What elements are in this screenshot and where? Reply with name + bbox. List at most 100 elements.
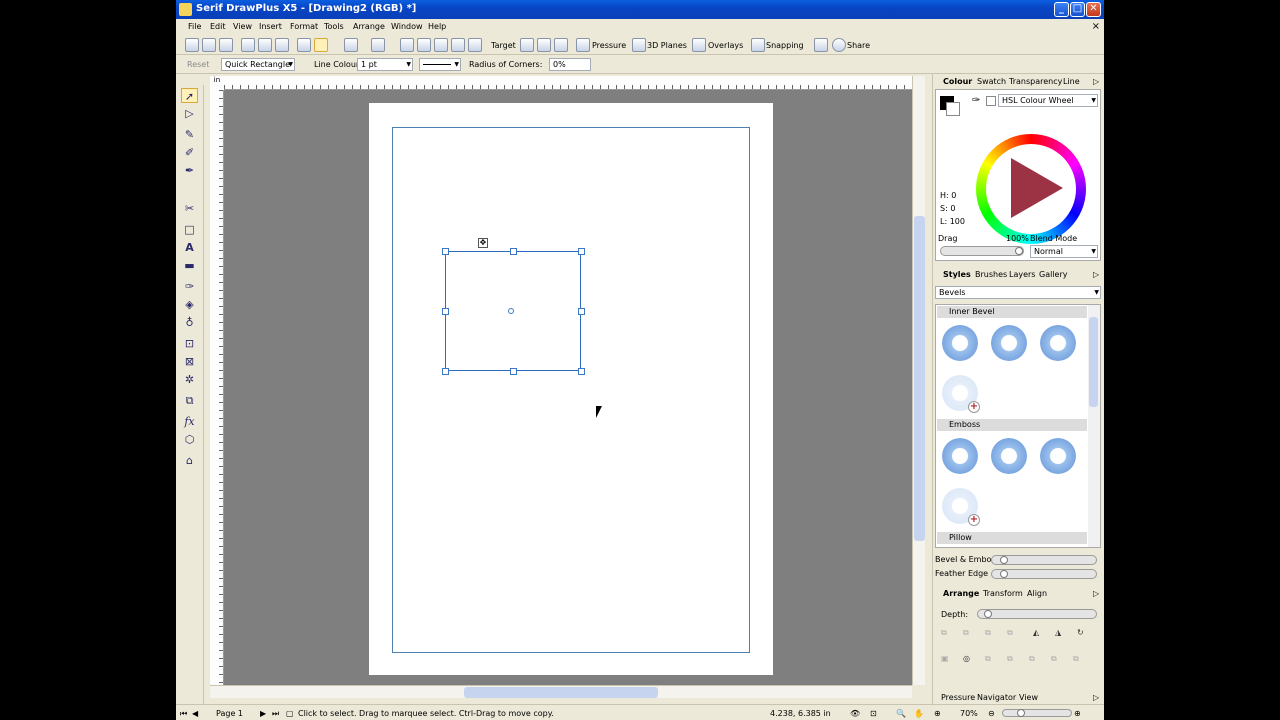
forward-one-icon[interactable]: ⧉ bbox=[985, 628, 991, 638]
rotation-center-handle[interactable] bbox=[508, 308, 514, 314]
tab-pressure[interactable]: Pressure bbox=[941, 693, 975, 702]
style-thumbnail[interactable] bbox=[987, 434, 1031, 478]
cut-icon[interactable] bbox=[241, 38, 255, 52]
snapping-label[interactable]: Snapping bbox=[766, 41, 804, 50]
subtract-shape-icon[interactable] bbox=[537, 38, 551, 52]
copy-icon[interactable] bbox=[258, 38, 272, 52]
opacity-slider[interactable] bbox=[940, 246, 1024, 256]
bevel-emboss-slider[interactable] bbox=[991, 555, 1097, 565]
panel-menu-icon[interactable]: ▷ bbox=[1093, 270, 1099, 279]
resize-handle-top[interactable] bbox=[510, 248, 517, 255]
knife-tool-icon[interactable]: ✂ bbox=[181, 201, 198, 216]
undo-icon[interactable] bbox=[344, 38, 358, 52]
maximize-button[interactable]: □ bbox=[1070, 2, 1085, 17]
prev-page-icon[interactable]: ◀ bbox=[192, 709, 198, 718]
page-indicator[interactable]: Page 1 bbox=[216, 709, 243, 718]
eyedropper-icon[interactable]: ✑ bbox=[972, 95, 980, 106]
split-icon[interactable]: ⧉ bbox=[1073, 654, 1079, 664]
minimize-button[interactable]: _ bbox=[1054, 2, 1069, 17]
styles-category-select[interactable]: Bevels ▼ bbox=[935, 286, 1101, 299]
target-label[interactable]: Target bbox=[491, 41, 516, 50]
menu-format[interactable]: Format bbox=[290, 22, 318, 31]
menu-insert[interactable]: Insert bbox=[259, 22, 282, 31]
globe-icon[interactable] bbox=[314, 38, 328, 52]
bring-to-front-icon[interactable]: ⧉ bbox=[941, 628, 947, 638]
first-page-icon[interactable]: ⏮ bbox=[180, 709, 187, 719]
hand-tool-icon[interactable]: ✋ bbox=[914, 709, 924, 718]
menu-tools[interactable]: Tools bbox=[324, 22, 344, 31]
tab-styles[interactable]: Styles bbox=[943, 270, 971, 279]
vertical-scroll-thumb[interactable] bbox=[914, 216, 925, 541]
resize-handle-top-right[interactable] bbox=[578, 248, 585, 255]
depth-slider-knob[interactable] bbox=[984, 610, 992, 618]
table-tool-icon[interactable]: ▬ bbox=[181, 258, 198, 273]
share-icon[interactable] bbox=[832, 38, 846, 52]
feather-edge-slider[interactable] bbox=[991, 569, 1097, 579]
tab-arrange[interactable]: Arrange bbox=[943, 589, 979, 598]
3d-tool-icon[interactable]: ⬡ bbox=[181, 432, 198, 447]
resize-handle-right[interactable] bbox=[578, 308, 585, 315]
tab-transparency[interactable]: Transparency bbox=[1009, 77, 1062, 86]
colour-mode-select[interactable]: HSL Colour Wheel ▼ bbox=[998, 94, 1098, 107]
zoom-fit-icon[interactable]: ⊕ bbox=[934, 709, 941, 718]
effects-tool-icon[interactable]: ✲ bbox=[181, 372, 198, 387]
crop-tool-icon[interactable]: ⊡ bbox=[181, 336, 198, 351]
eyedropper-tool-icon[interactable]: ✑ bbox=[181, 279, 198, 294]
intersect-shape-icon[interactable] bbox=[554, 38, 568, 52]
envelope-tool-icon[interactable]: ⊠ bbox=[181, 354, 198, 369]
tab-align[interactable]: Align bbox=[1027, 589, 1047, 598]
pencil-tool-icon[interactable]: ✎ bbox=[181, 127, 198, 142]
snapping-icon[interactable] bbox=[751, 38, 765, 52]
add-shape-icon[interactable] bbox=[520, 38, 534, 52]
overlays-icon[interactable] bbox=[692, 38, 706, 52]
tab-navigator[interactable]: Navigator bbox=[977, 693, 1016, 702]
tab-transform[interactable]: Transform bbox=[983, 589, 1023, 598]
zoom-out-icon[interactable]: ⊖ bbox=[988, 709, 995, 718]
flip-horizontal-icon[interactable]: ◭ bbox=[1033, 628, 1039, 637]
zoom-level[interactable]: 70% bbox=[960, 709, 978, 718]
resize-handle-bottom-left[interactable] bbox=[442, 368, 449, 375]
connector-tool-icon[interactable]: ⌂ bbox=[181, 453, 198, 468]
paste-icon[interactable] bbox=[275, 38, 289, 52]
tab-view[interactable]: View bbox=[1019, 693, 1038, 702]
menu-file[interactable]: File bbox=[188, 22, 201, 31]
tab-layers[interactable]: Layers bbox=[1009, 270, 1035, 279]
add-style-button[interactable]: + bbox=[938, 484, 982, 528]
3d-planes-icon[interactable] bbox=[632, 38, 646, 52]
vertical-ruler[interactable] bbox=[210, 90, 224, 685]
text-tool-icon[interactable]: A bbox=[181, 240, 198, 255]
tab-line[interactable]: Line bbox=[1063, 77, 1080, 86]
close-button[interactable]: ✕ bbox=[1086, 2, 1101, 17]
flip-horizontal-icon[interactable] bbox=[400, 38, 414, 52]
panel-menu-icon[interactable]: ▷ bbox=[1093, 77, 1099, 86]
menu-window[interactable]: Window bbox=[391, 22, 423, 31]
resize-handle-bottom[interactable] bbox=[510, 368, 517, 375]
add-style-button[interactable]: + bbox=[938, 371, 982, 415]
ruler-unit[interactable]: in bbox=[210, 76, 224, 90]
zoom-tool-icon[interactable]: 🔍 bbox=[896, 709, 906, 718]
drawing-canvas[interactable]: ✥ bbox=[224, 90, 912, 685]
horizontal-ruler[interactable] bbox=[224, 76, 912, 90]
group-icon[interactable]: ▣ bbox=[941, 654, 949, 663]
zoom-in-icon[interactable]: ⊕ bbox=[1074, 709, 1081, 718]
blend-tool-icon[interactable]: ⧉ bbox=[181, 393, 198, 408]
colour-triangle[interactable] bbox=[1011, 158, 1063, 218]
resize-handle-bottom-right[interactable] bbox=[578, 368, 585, 375]
send-to-back-icon[interactable]: ⧉ bbox=[963, 628, 969, 638]
flip-vertical-icon[interactable] bbox=[417, 38, 431, 52]
reset-button[interactable]: Reset bbox=[187, 60, 209, 69]
node-tool-icon[interactable]: ▷ bbox=[181, 106, 198, 121]
menu-edit[interactable]: Edit bbox=[210, 22, 226, 31]
resize-handle-top-left[interactable] bbox=[442, 248, 449, 255]
print-icon[interactable] bbox=[814, 38, 828, 52]
view-icon[interactable]: 👁 bbox=[850, 709, 860, 718]
styles-scroll-thumb[interactable] bbox=[1089, 317, 1098, 407]
line-style-select[interactable]: ▼ bbox=[419, 58, 461, 71]
pointer-tool-icon[interactable]: ➚ bbox=[181, 88, 198, 103]
vertical-scrollbar[interactable] bbox=[912, 76, 925, 685]
section-pillow[interactable]: Pillow bbox=[937, 532, 1087, 544]
pressure-label[interactable]: Pressure bbox=[592, 41, 626, 50]
style-thumbnail[interactable] bbox=[987, 321, 1031, 365]
feather-edge-knob[interactable] bbox=[1000, 570, 1008, 578]
radius-input[interactable]: 0% bbox=[549, 58, 591, 71]
